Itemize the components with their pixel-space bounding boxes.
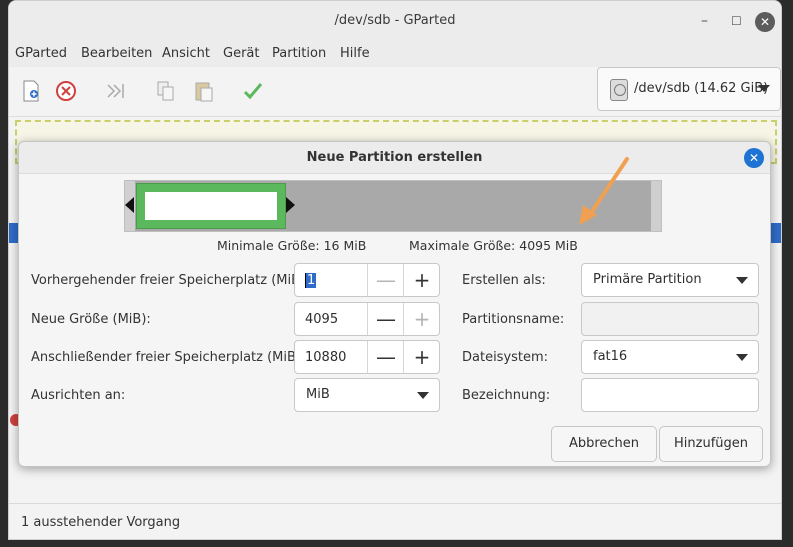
new-size-value[interactable]: 4095 xyxy=(305,312,338,327)
partname-input[interactable] xyxy=(581,302,759,336)
plus-icon[interactable]: + xyxy=(403,341,440,373)
toolbar: /dev/sdb (14.62 GiB) xyxy=(9,67,781,117)
menu-hilfe[interactable]: Hilfe xyxy=(340,46,370,61)
partname-label: Partitionsname: xyxy=(462,312,565,327)
new-partition-dialog: Neue Partition erstellen ✕ Minimale Größ… xyxy=(18,141,771,467)
resize-handle-left[interactable] xyxy=(125,197,134,213)
minus-icon[interactable]: — xyxy=(367,341,404,373)
menu-bearbeiten[interactable]: Bearbeiten xyxy=(81,46,152,61)
align-label: Ausrichten an: xyxy=(31,388,126,403)
chevron-down-icon xyxy=(736,354,748,361)
next-free-label: Anschließender freier Speicherplatz (MiB… xyxy=(31,350,306,365)
resize-move-icon[interactable] xyxy=(104,79,128,103)
delete-partition-icon[interactable] xyxy=(54,79,78,103)
annotation-arrow-icon xyxy=(579,157,629,225)
device-selector[interactable]: /dev/sdb (14.62 GiB) xyxy=(597,67,781,111)
chevron-down-icon xyxy=(758,85,770,92)
next-free-value[interactable]: 10880 xyxy=(305,350,346,365)
label-input[interactable] xyxy=(581,378,759,412)
paste-icon[interactable] xyxy=(192,79,216,103)
filesystem-select[interactable]: fat16 xyxy=(581,340,759,374)
align-value: MiB xyxy=(306,387,330,402)
prev-free-spinner[interactable]: 1 — + xyxy=(294,263,440,297)
filesystem-label: Dateisystem: xyxy=(462,350,549,365)
minus-icon[interactable]: — xyxy=(367,303,404,335)
align-select[interactable]: MiB xyxy=(294,378,440,412)
dialog-title: Neue Partition erstellen xyxy=(19,142,770,174)
filesystem-value: fat16 xyxy=(593,349,628,364)
new-partition-icon[interactable] xyxy=(19,79,43,103)
minimize-icon[interactable]: – xyxy=(701,1,708,41)
new-partition-block[interactable] xyxy=(136,183,286,229)
plus-icon[interactable]: + xyxy=(403,264,440,296)
create-as-value: Primäre Partition xyxy=(593,272,702,287)
new-size-label: Neue Größe (MiB): xyxy=(31,312,151,327)
maximize-icon[interactable]: ☐ xyxy=(731,1,742,41)
device-label: /dev/sdb (14.62 GiB) xyxy=(634,81,769,96)
menu-partition[interactable]: Partition xyxy=(272,46,326,61)
resize-handle-right[interactable] xyxy=(286,197,295,213)
menu-ansicht[interactable]: Ansicht xyxy=(162,46,210,61)
label-label: Bezeichnung: xyxy=(462,388,551,403)
new-size-spinner[interactable]: 4095 — + xyxy=(294,302,440,336)
window-titlebar: /dev/sdb - GParted – ☐ ✕ xyxy=(9,1,781,41)
pending-operations: 1 ausstehender Vorgang xyxy=(21,515,181,530)
cancel-button[interactable]: Abbrechen xyxy=(551,426,657,462)
statusbar: 1 ausstehender Vorgang xyxy=(9,503,781,539)
max-size-text: Maximale Größe: 4095 MiB xyxy=(409,238,578,253)
right-free-space xyxy=(651,181,661,231)
minus-icon[interactable]: — xyxy=(367,264,404,296)
menu-gparted[interactable]: GParted xyxy=(15,46,67,61)
menubar: GParted Bearbeiten Ansicht Gerät Partiti… xyxy=(9,41,781,67)
dialog-close-icon[interactable]: ✕ xyxy=(744,148,764,168)
next-free-spinner[interactable]: 10880 — + xyxy=(294,340,440,374)
min-size-text: Minimale Größe: 16 MiB xyxy=(217,238,367,253)
chevron-down-icon xyxy=(417,392,429,399)
plus-icon[interactable]: + xyxy=(403,303,440,335)
prev-free-label: Vorhergehender freier Speicherplatz (MiB… xyxy=(31,273,310,288)
apply-icon[interactable] xyxy=(241,79,265,103)
add-button[interactable]: Hinzufügen xyxy=(659,426,763,462)
partition-fill xyxy=(145,192,277,220)
disk-icon xyxy=(610,79,628,101)
prev-free-value[interactable]: 1 xyxy=(305,273,317,288)
chevron-down-icon xyxy=(736,277,748,284)
close-icon[interactable]: ✕ xyxy=(755,12,775,32)
create-as-label: Erstellen als: xyxy=(462,273,546,288)
create-as-select[interactable]: Primäre Partition xyxy=(581,263,759,297)
window-title: /dev/sdb - GParted xyxy=(334,13,456,28)
copy-icon[interactable] xyxy=(154,79,178,103)
menu-geraet[interactable]: Gerät xyxy=(223,46,259,61)
